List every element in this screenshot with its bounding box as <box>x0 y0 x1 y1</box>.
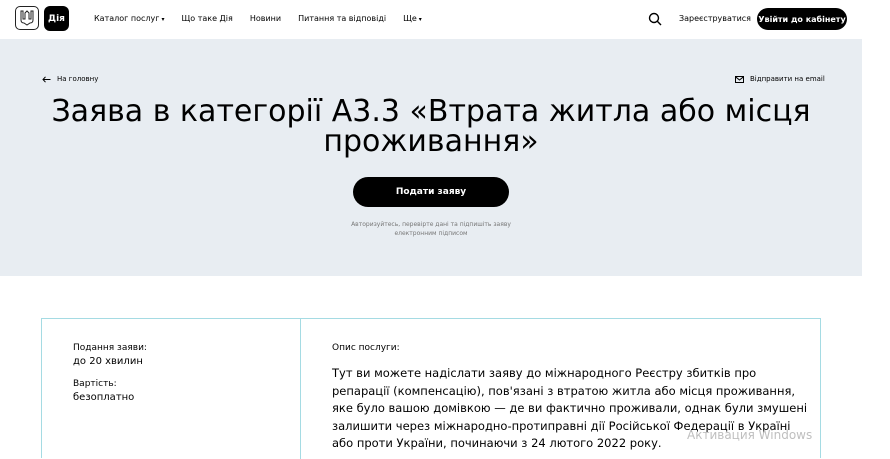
chevron-down-icon: ▾ <box>418 16 422 23</box>
nav-item-catalog[interactable]: Каталог послуг ▾ <box>94 14 165 23</box>
page-title: Заява в категорії А3.3 «Втрата житла або… <box>51 94 811 159</box>
diia-logo[interactable]: Дія <box>44 6 69 31</box>
hero-section: На головну Відправити на email Заява в к… <box>0 39 862 276</box>
arrow-left-icon <box>42 75 51 83</box>
diia-logo-label: Дія <box>48 13 65 24</box>
mail-icon <box>735 75 744 83</box>
back-link[interactable]: На головну <box>42 75 98 83</box>
nav-item-about[interactable]: Що таке Дія <box>182 14 233 23</box>
chevron-down-icon: ▾ <box>161 16 165 23</box>
login-button[interactable]: Увійти до кабінету <box>757 8 847 30</box>
submit-time-label: Подання заяви: <box>73 343 147 353</box>
card-divider <box>300 319 301 459</box>
trident-logo-icon[interactable] <box>15 6 39 30</box>
login-button-label: Увійти до кабінету <box>758 14 846 24</box>
register-link[interactable]: Зареєструватися <box>679 14 751 23</box>
main-nav: Каталог послуг ▾ Що таке Дія Новини Питан… <box>94 14 422 23</box>
cost-label: Вартість: <box>73 379 117 389</box>
send-email-link[interactable]: Відправити на email <box>735 75 825 83</box>
send-email-label: Відправити на email <box>750 75 825 83</box>
nav-item-news[interactable]: Новини <box>250 14 281 23</box>
windows-activation-watermark: Активация Windows <box>687 428 813 442</box>
site-header: Дія Каталог послуг ▾ Що таке Дія Новини П… <box>0 0 862 39</box>
back-link-label: На головну <box>57 75 99 83</box>
nav-item-more[interactable]: Ще ▾ <box>403 14 422 23</box>
submit-time-value: до 20 хвилин <box>73 356 143 367</box>
search-icon[interactable] <box>648 12 662 26</box>
cost-value: безоплатно <box>73 392 135 403</box>
window-edge <box>862 0 890 446</box>
submit-application-button[interactable]: Подати заяву <box>353 177 509 207</box>
description-label: Опис послуги: <box>332 343 400 353</box>
apply-hint-text: Авторизуйтесь, перевірте дані та підпиші… <box>351 221 511 237</box>
nav-item-faq[interactable]: Питання та відповіді <box>298 14 386 23</box>
